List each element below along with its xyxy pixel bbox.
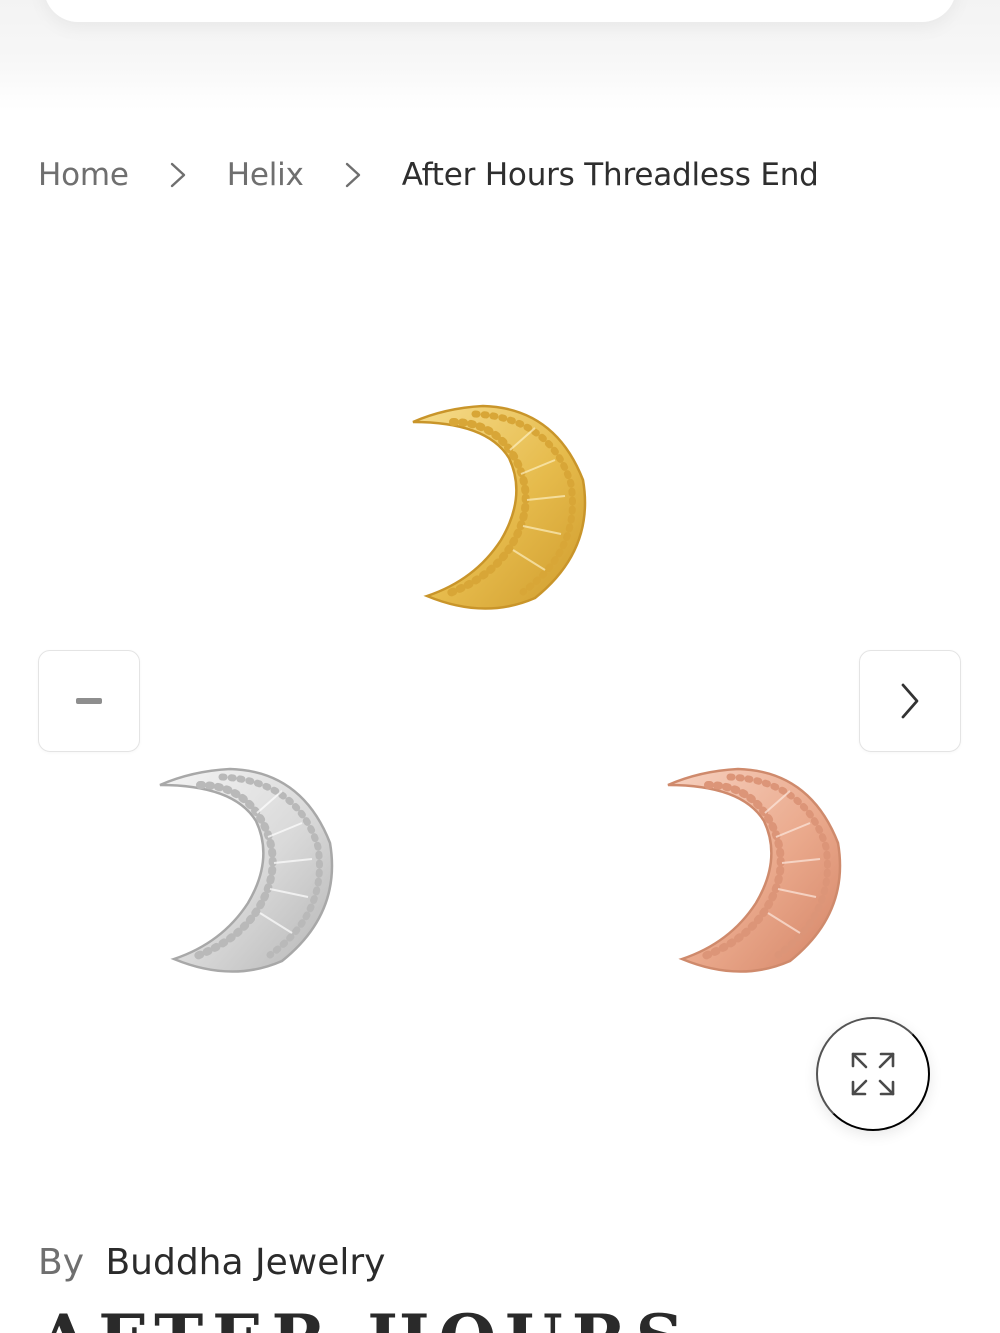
chevron-right-icon bbox=[169, 161, 187, 189]
breadcrumb-helix[interactable]: Helix bbox=[227, 157, 304, 193]
breadcrumb-current: After Hours Threadless End bbox=[401, 157, 819, 193]
search-bar-card[interactable] bbox=[44, 0, 956, 22]
minus-icon bbox=[76, 698, 102, 704]
breadcrumb-home[interactable]: Home bbox=[38, 157, 129, 193]
gold-moon-image bbox=[412, 404, 587, 610]
zoom-image-button[interactable] bbox=[816, 1017, 930, 1131]
product-page: Home Helix After Hours Threadless End By… bbox=[0, 0, 1000, 1333]
product-brand: By Buddha Jewelry bbox=[38, 1242, 385, 1283]
chevron-right-icon bbox=[901, 683, 919, 719]
white-gold-moon-image bbox=[159, 767, 334, 973]
product-image-gallery[interactable] bbox=[0, 230, 1000, 1180]
brand-link[interactable]: Buddha Jewelry bbox=[105, 1242, 385, 1283]
breadcrumb: Home Helix After Hours Threadless End bbox=[38, 152, 819, 198]
gallery-prev-button[interactable] bbox=[38, 650, 140, 752]
brand-prefix: By bbox=[38, 1242, 85, 1283]
product-title: AFTER HOURS bbox=[38, 1300, 692, 1333]
rose-gold-moon-image bbox=[667, 767, 842, 973]
gallery-next-button[interactable] bbox=[859, 650, 961, 752]
expand-icon bbox=[851, 1052, 895, 1096]
chevron-right-icon bbox=[344, 161, 362, 189]
